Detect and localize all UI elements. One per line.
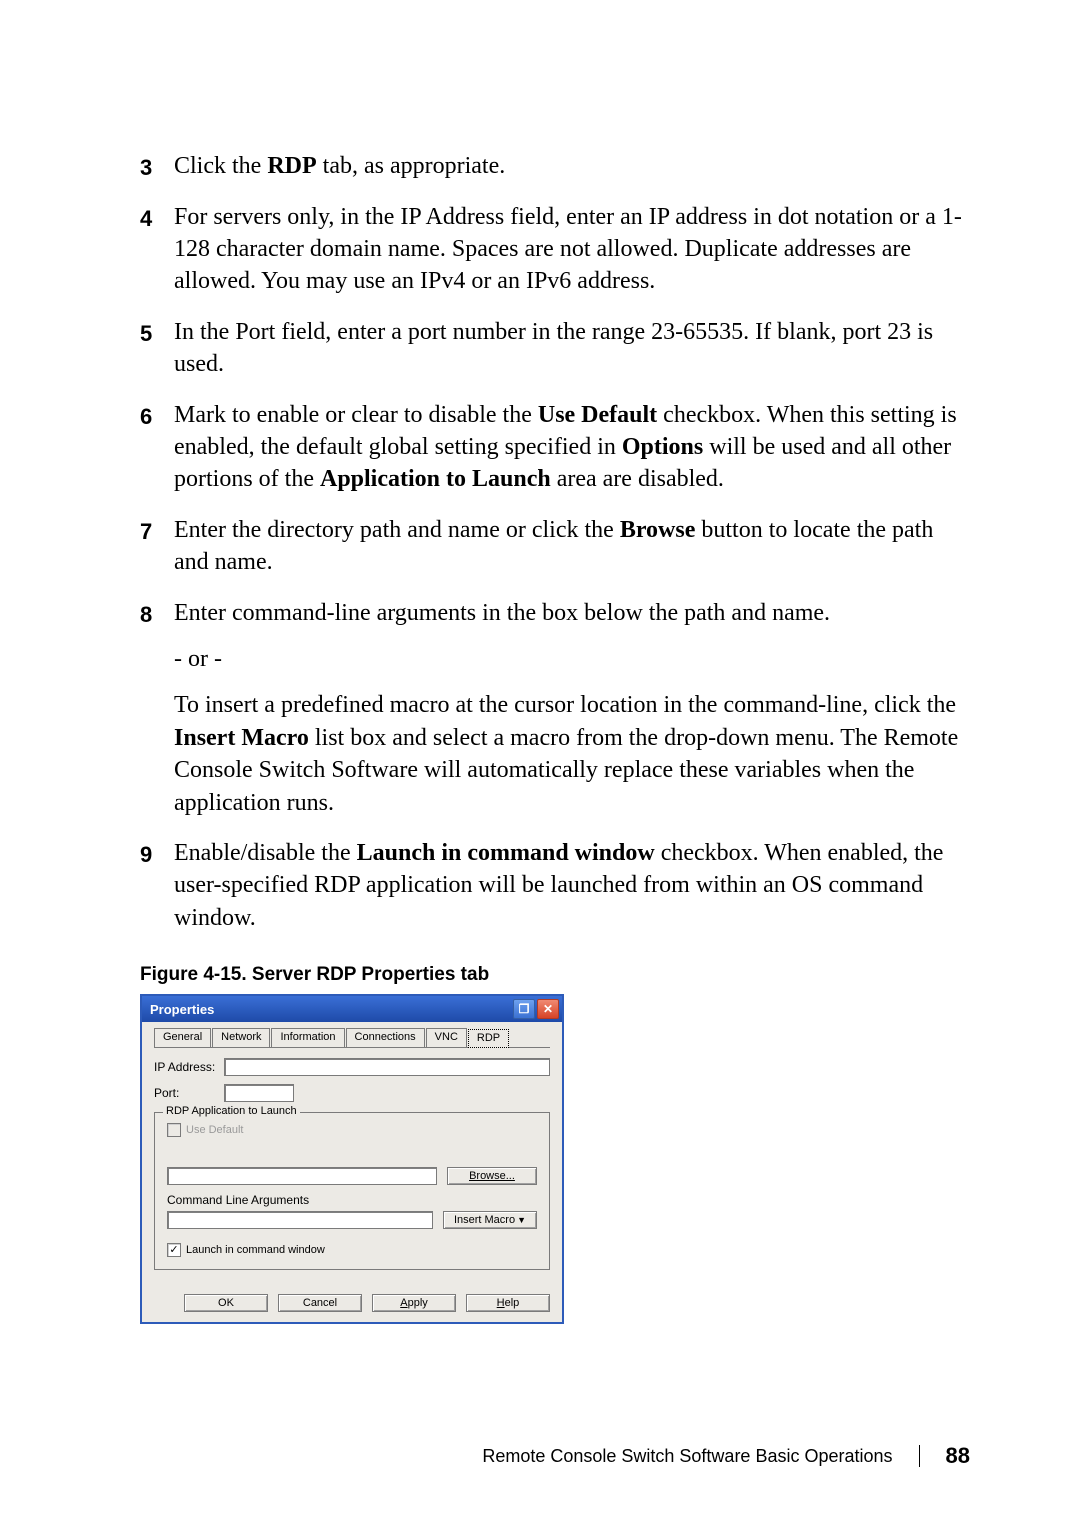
step-body: In the Port field, enter a port number i… — [174, 316, 970, 381]
cmd-args-input[interactable] — [167, 1211, 433, 1229]
use-default-checkbox[interactable]: Use Default — [167, 1123, 537, 1137]
page-number: 88 — [946, 1443, 970, 1469]
browse-button[interactable]: Browse... — [447, 1167, 537, 1185]
step-body: Mark to enable or clear to disable the U… — [174, 399, 970, 496]
tab-rdp[interactable]: RDP — [468, 1029, 509, 1048]
footer-separator — [919, 1445, 920, 1467]
step-paragraph: Mark to enable or clear to disable the U… — [174, 399, 970, 496]
step-paragraph: In the Port field, enter a port number i… — [174, 316, 970, 381]
step-number: 3 — [140, 153, 174, 183]
step-body: Enable/disable the Launch in command win… — [174, 837, 970, 934]
step-paragraph: - or - — [174, 643, 970, 675]
step: 9Enable/disable the Launch in command wi… — [140, 837, 970, 934]
tab-general[interactable]: General — [154, 1028, 211, 1047]
tab-connections[interactable]: Connections — [346, 1028, 425, 1047]
step-number: 9 — [140, 840, 174, 934]
port-input[interactable] — [224, 1084, 294, 1102]
port-label: Port: — [154, 1086, 224, 1100]
step-number: 7 — [140, 517, 174, 579]
step: 4For servers only, in the IP Address fie… — [140, 201, 970, 298]
step-body: For servers only, in the IP Address fiel… — [174, 201, 970, 298]
properties-dialog: Properties ❐ ✕ GeneralNetworkInformation… — [140, 994, 564, 1324]
tab-vnc[interactable]: VNC — [426, 1028, 467, 1047]
step: 5In the Port field, enter a port number … — [140, 316, 970, 381]
insert-macro-button[interactable]: Insert Macro▼ — [443, 1211, 537, 1229]
tab-network[interactable]: Network — [212, 1028, 270, 1047]
step: 3Click the RDP tab, as appropriate. — [140, 150, 970, 183]
launch-in-command-window-checkbox[interactable]: ✓ Launch in command window — [167, 1243, 537, 1257]
cmd-args-label: Command Line Arguments — [167, 1193, 537, 1207]
path-input[interactable] — [167, 1167, 437, 1185]
group-legend: RDP Application to Launch — [163, 1105, 300, 1117]
tab-information[interactable]: Information — [271, 1028, 344, 1047]
launch-label: Launch in command window — [186, 1244, 325, 1256]
step-paragraph: Enter the directory path and name or cli… — [174, 514, 970, 579]
apply-button[interactable]: Apply — [372, 1294, 456, 1312]
close-icon[interactable]: ✕ — [537, 999, 559, 1019]
page: 3Click the RDP tab, as appropriate.4For … — [0, 0, 1080, 1529]
step-number: 4 — [140, 204, 174, 298]
page-footer: Remote Console Switch Software Basic Ope… — [482, 1443, 970, 1469]
dialog-title-text: Properties — [150, 1002, 214, 1017]
step: 6Mark to enable or clear to disable the … — [140, 399, 970, 496]
cancel-button[interactable]: Cancel — [278, 1294, 362, 1312]
dialog-tabs: GeneralNetworkInformationConnectionsVNCR… — [154, 1028, 550, 1048]
step-paragraph: To insert a predefined macro at the curs… — [174, 689, 970, 819]
application-to-launch-group: RDP Application to Launch Use Default Br… — [154, 1112, 550, 1270]
step-paragraph: Enable/disable the Launch in command win… — [174, 837, 970, 934]
step-number: 5 — [140, 319, 174, 381]
step-body: Enter command-line arguments in the box … — [174, 597, 970, 819]
step-paragraph: For servers only, in the IP Address fiel… — [174, 201, 970, 298]
ok-button[interactable]: OK — [184, 1294, 268, 1312]
step-paragraph: Enter command-line arguments in the box … — [174, 597, 970, 629]
step-paragraph: Click the RDP tab, as appropriate. — [174, 150, 970, 182]
step-number: 6 — [140, 402, 174, 496]
figure-caption: Figure 4-15. Server RDP Properties tab — [140, 964, 970, 986]
step: 8Enter command-line arguments in the box… — [140, 597, 970, 819]
ip-address-label: IP Address: — [154, 1060, 224, 1074]
help-button[interactable]: Help — [466, 1294, 550, 1312]
restore-icon[interactable]: ❐ — [513, 999, 535, 1019]
footer-section: Remote Console Switch Software Basic Ope… — [482, 1446, 892, 1467]
use-default-label: Use Default — [186, 1124, 243, 1136]
step: 7Enter the directory path and name or cl… — [140, 514, 970, 579]
step-body: Enter the directory path and name or cli… — [174, 514, 970, 579]
dialog-title-bar: Properties ❐ ✕ — [142, 996, 562, 1022]
ip-address-input[interactable] — [224, 1058, 550, 1076]
step-body: Click the RDP tab, as appropriate. — [174, 150, 970, 183]
numbered-steps: 3Click the RDP tab, as appropriate.4For … — [140, 150, 970, 934]
step-number: 8 — [140, 600, 174, 819]
